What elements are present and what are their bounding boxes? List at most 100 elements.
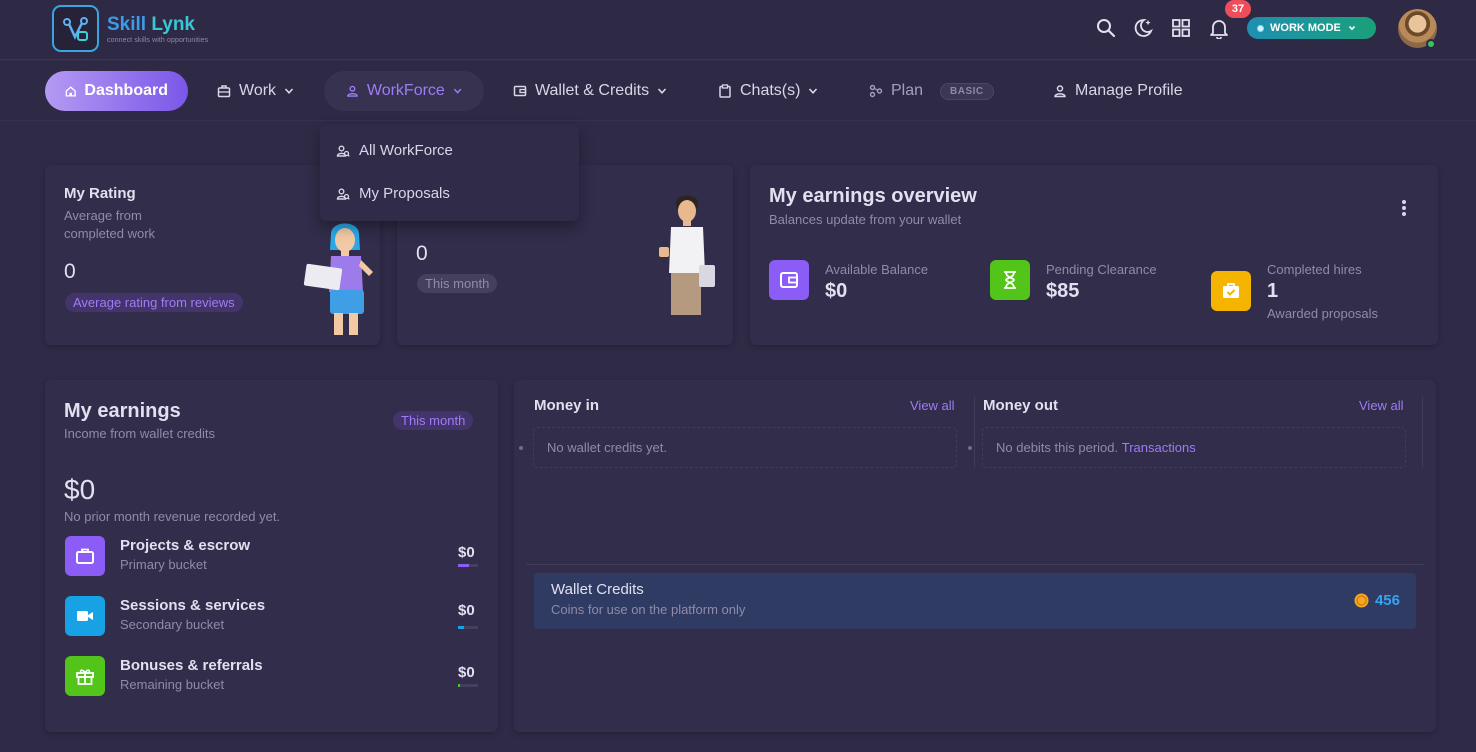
user-icon — [347, 85, 358, 97]
clipboard-icon — [719, 84, 731, 98]
workforce-dropdown-menu: All WorkForce My Proposals — [320, 124, 579, 221]
money-flow-card: Money in View all No wallet credits yet.… — [514, 380, 1436, 732]
apps-grid-icon[interactable] — [1170, 17, 1192, 39]
hourglass-tile-icon — [990, 260, 1030, 300]
bucket-sub: Primary bucket — [120, 557, 207, 572]
nav-wallet-label: Wallet & Credits — [535, 82, 650, 99]
briefcase-icon — [65, 536, 105, 576]
more-options-icon[interactable] — [1401, 199, 1407, 217]
list-bullet — [968, 446, 972, 450]
brand-tagline: connect skills with opportunities — [107, 36, 209, 44]
main-nav: Dashboard Work WorkForce Wallet & Credit… — [0, 61, 1476, 121]
nav-plan-label: Plan — [891, 82, 924, 99]
coin-icon — [1354, 593, 1369, 608]
bucket-name: Bonuses & referrals — [120, 657, 263, 674]
money-out-title: Money out — [983, 397, 1058, 414]
online-status-dot — [1426, 39, 1436, 49]
search-icon[interactable] — [1095, 17, 1117, 39]
earnings-period-pill[interactable]: This month — [393, 411, 474, 430]
work-mode-label: WORK MODE — [1270, 22, 1341, 34]
bell-icon[interactable] — [1208, 17, 1230, 39]
menu-item-all-workforce[interactable]: All WorkForce — [336, 142, 453, 159]
brand-name: Skill Lynk — [107, 13, 195, 35]
nav-dashboard-label: Dashboard — [84, 82, 168, 99]
man-with-tablet-illustration — [659, 195, 715, 315]
wallet-credits-banner[interactable]: Wallet Credits Coins for use on the plat… — [534, 573, 1416, 629]
earnings-subtitle: Income from wallet credits — [64, 426, 215, 441]
nav-work[interactable]: Work — [217, 71, 294, 111]
wallet-credits-subtitle: Coins for use on the platform only — [551, 602, 746, 617]
woman-with-laptop-illustration — [303, 223, 373, 335]
rating-value: 0 — [64, 260, 76, 283]
overview-title: My earnings overview — [769, 185, 977, 207]
chevron-down-icon — [658, 88, 667, 94]
menu-item-label: All WorkForce — [359, 142, 453, 159]
available-balance-value: $0 — [825, 280, 848, 302]
plan-badge: BASIC — [940, 82, 994, 100]
wallet-credits-title: Wallet Credits — [551, 581, 644, 598]
chevron-down-icon — [453, 88, 462, 94]
nav-manage-profile-label: Manage Profile — [1075, 82, 1183, 99]
overview-subtitle: Balances update from your wallet — [769, 212, 962, 227]
video-icon — [65, 596, 105, 636]
money-in-title: Money in — [534, 397, 600, 414]
nav-workforce[interactable]: WorkForce — [324, 71, 484, 111]
menu-item-label: My Proposals — [359, 185, 450, 202]
work-mode-toggle[interactable]: WORK MODE — [1247, 17, 1376, 39]
nav-work-label: Work — [239, 82, 277, 99]
earnings-overview-card: My earnings overview Balances update fro… — [750, 165, 1438, 345]
gift-icon — [65, 656, 105, 696]
briefcase-icon — [217, 85, 231, 98]
wallet-credits-amount: 456 — [1374, 592, 1400, 609]
users-icon — [336, 188, 350, 200]
nav-chats[interactable]: Chats(s) — [718, 71, 818, 111]
divider — [1422, 396, 1423, 468]
top-bar: Skill Lynk connect skills with opportuni… — [0, 0, 1476, 60]
brand-logo[interactable]: Skill Lynk connect skills with opportuni… — [52, 5, 208, 52]
rating-subtitle-line1: Average from — [64, 208, 142, 223]
divider — [526, 564, 1424, 565]
earnings-note: No prior month revenue recorded yet. — [64, 509, 281, 524]
bucket-sub: Remaining bucket — [120, 677, 225, 692]
wallet-tile-icon — [769, 260, 809, 300]
stats-pill: This month — [417, 274, 498, 293]
nav-plan[interactable]: Plan BASIC — [869, 71, 994, 111]
my-earnings-card: My earnings Income from wallet credits T… — [45, 380, 498, 732]
stats-value: 0 — [416, 242, 428, 265]
wallet-icon — [513, 85, 527, 97]
rating-title: My Rating — [64, 185, 136, 202]
list-bullet — [519, 446, 523, 450]
transactions-link[interactable]: Transactions — [1122, 440, 1196, 455]
earnings-title: My earnings — [64, 400, 181, 422]
briefcase-check-tile-icon — [1211, 271, 1251, 311]
bucket-progress-bar — [458, 626, 478, 629]
user-icon — [1054, 85, 1066, 98]
bucket-progress-bar — [458, 684, 478, 687]
theme-toggle-icon[interactable] — [1132, 17, 1154, 39]
users-icon — [336, 145, 350, 157]
nav-workforce-label: WorkForce — [366, 82, 445, 99]
menu-item-my-proposals[interactable]: My Proposals — [336, 185, 450, 202]
nav-chats-label: Chats(s) — [740, 82, 801, 99]
chevron-down-icon — [809, 88, 818, 94]
completed-hires-sub: Awarded proposals — [1267, 306, 1379, 321]
money-out-view-all-link[interactable]: View all — [1359, 398, 1404, 413]
nav-manage-profile[interactable]: Manage Profile — [1053, 71, 1183, 111]
bucket-value: $0 — [458, 664, 475, 681]
bucket-sub: Secondary bucket — [120, 617, 225, 632]
bucket-progress-bar — [458, 564, 478, 567]
pending-clearance-label: Pending Clearance — [1046, 262, 1157, 277]
rating-subtitle-line2: completed work — [64, 226, 156, 241]
nav-wallet[interactable]: Wallet & Credits — [513, 71, 667, 111]
bucket-name: Sessions & services — [120, 597, 266, 614]
bucket-name: Projects & escrow — [120, 537, 251, 554]
money-in-empty-state: No wallet credits yet. — [533, 427, 957, 468]
bucket-value: $0 — [458, 602, 475, 619]
rating-pill: Average rating from reviews — [65, 293, 243, 312]
pending-clearance-value: $85 — [1046, 280, 1080, 302]
home-icon — [65, 85, 76, 97]
money-in-view-all-link[interactable]: View all — [910, 398, 955, 413]
earnings-total: $0 — [64, 474, 96, 505]
completed-hires-value: 1 — [1267, 280, 1279, 302]
nav-dashboard[interactable]: Dashboard — [45, 71, 188, 111]
